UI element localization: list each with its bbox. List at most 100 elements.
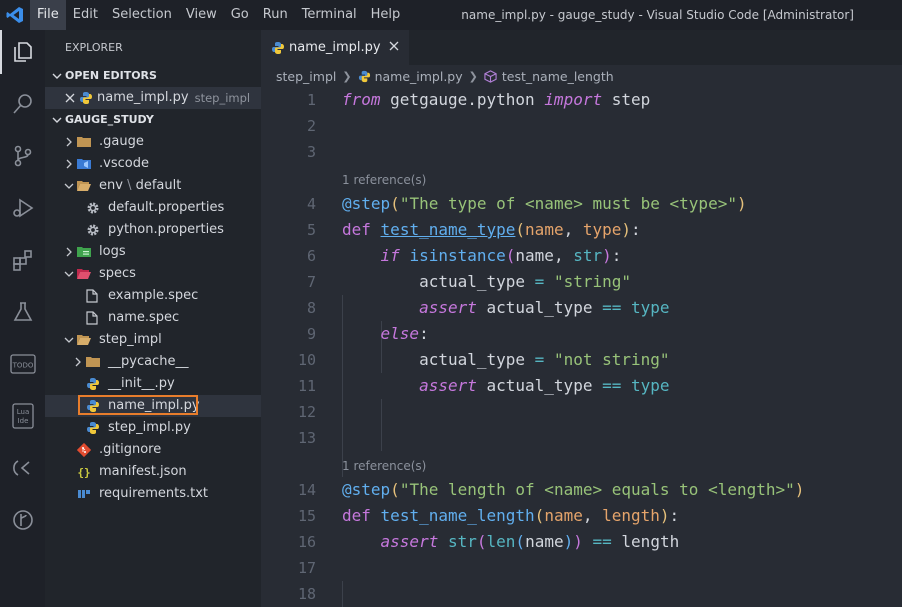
tree-file[interactable]: .gitignore [45,439,261,461]
code-lens-references[interactable]: 1 reference(s) [261,165,902,191]
tree-folder[interactable]: logs [45,241,261,263]
python-icon [79,91,97,105]
search-icon[interactable] [0,82,45,126]
gear-icon [86,201,108,215]
tree-file[interactable]: python.properties [45,219,261,241]
menu-go[interactable]: Go [224,0,256,30]
code-line: 4 @step("The type of <name> must be <type… [306,194,747,213]
chevron-down-icon [49,115,65,125]
tree-folder[interactable]: __pycache__ [45,351,261,373]
code-editor[interactable]: 1 from getgauge.python import step 2 3 1 … [261,87,902,607]
menu-file[interactable]: File [30,0,66,30]
chevron-down-icon[interactable] [61,181,77,191]
menu-bar: File Edit Selection View Go Run Terminal… [30,0,407,30]
chevron-right-icon[interactable] [61,137,77,147]
svg-text:{}: {} [77,466,90,479]
tree-file[interactable]: step_impl.py [45,417,261,439]
tree-folder[interactable]: .gauge [45,131,261,153]
tree-item-label: step_impl.py [108,420,191,435]
lua-ide-icon[interactable]: Lua Ide [0,394,45,438]
python-icon [271,41,289,55]
tree-folder[interactable]: step_impl [45,329,261,351]
code-line: 7 actual_type = "string" [306,272,631,291]
tree-folder[interactable]: env \ default [45,175,261,197]
python-icon [86,377,108,391]
folder-open-icon [77,334,99,346]
close-icon[interactable] [65,93,79,103]
extensions-icon[interactable] [0,238,45,282]
explorer-icon[interactable] [0,30,45,74]
chevron-right-icon[interactable] [61,159,77,169]
tree-item-label: logs [99,244,126,259]
tree-item-sublabel: default [135,178,182,193]
file-tree: .gauge .vscode env \ default default.proper… [45,131,261,505]
code-line: 1 from getgauge.python import step [306,90,651,109]
tree-file[interactable]: __init__.py [45,373,261,395]
code-line: 17 [297,559,316,577]
breadcrumb-symbol[interactable]: test_name_length [502,69,614,84]
folder-open-icon [77,180,99,192]
tree-file[interactable]: example.spec [45,285,261,307]
tree-file[interactable]: name.spec [45,307,261,329]
open-editors-header: OPEN EDITORS [65,69,157,82]
tree-folder[interactable]: specs [45,263,261,285]
specs-folder-icon [77,268,99,280]
close-icon[interactable] [389,40,399,55]
code-line: 15 def test_name_length(name, length): [297,506,680,525]
tree-item-label: python.properties [108,222,224,237]
code-line: 6 if isinstance(name, str): [306,246,622,265]
todo-icon[interactable]: TODO [0,342,45,386]
code-line: 12 [297,403,316,421]
tree-item-label: __pycache__ [108,354,189,369]
tree-file[interactable]: default.properties [45,197,261,219]
tree-file[interactable]: {} manifest.json [45,461,261,483]
project-section[interactable]: GAUGE_STUDY [45,109,261,131]
breadcrumb-folder[interactable]: step_impl [276,69,336,84]
menu-edit[interactable]: Edit [66,0,105,30]
tree-item-label: .vscode [99,156,149,171]
tree-item-label: env [99,178,123,193]
chevron-down-icon [49,71,65,81]
logs-folder-icon [77,246,99,258]
selection-highlight [78,395,198,415]
tree-item-label: requirements.txt [99,486,209,501]
path-separator: \ [122,178,136,193]
chevron-down-icon[interactable] [61,269,77,279]
svg-text:TODO: TODO [11,362,33,370]
git-graph-icon[interactable] [0,498,45,542]
project-header: GAUGE_STUDY [65,113,154,126]
chevron-right-icon[interactable] [61,247,77,257]
breadcrumb-file[interactable]: name_impl.py [375,69,463,84]
testing-flask-icon[interactable] [0,290,45,334]
open-editor-folder: step_impl [194,91,251,105]
code-line: 3 [306,143,316,161]
tree-file[interactable]: name_impl.py [45,395,261,417]
code-line: 9 else: [306,324,429,343]
chevron-down-icon[interactable] [61,335,77,345]
code-line: 16 assert str(len(name)) == length [297,532,680,551]
json-icon: {} [77,465,99,479]
code-lens-references[interactable]: 1 reference(s) [261,451,902,477]
open-editors-section[interactable]: OPEN EDITORS [45,65,261,87]
menu-terminal[interactable]: Terminal [295,0,364,30]
svg-text:Lua: Lua [16,408,29,416]
chevron-right-icon[interactable] [70,357,86,367]
open-editor-item[interactable]: name_impl.py step_impl [45,87,261,109]
menu-help[interactable]: Help [364,0,408,30]
breadcrumb: step_impl ❯ name_impl.py ❯ test_name_len… [261,65,902,87]
tree-item-label: __init__.py [108,376,175,391]
tab-name-impl[interactable]: name_impl.py [261,30,409,65]
file-icon [86,311,108,325]
chevron-right-icon: ❯ [342,69,352,83]
remote-explorer-icon[interactable] [0,446,45,490]
open-editor-filename: name_impl.py [97,90,189,105]
menu-view[interactable]: View [179,0,224,30]
source-control-icon[interactable] [0,134,45,178]
tree-folder[interactable]: .vscode [45,153,261,175]
tree-file[interactable]: requirements.txt [45,483,261,505]
menu-selection[interactable]: Selection [105,0,179,30]
menu-run[interactable]: Run [256,0,295,30]
run-debug-icon[interactable] [0,186,45,230]
code-line: 11 assert actual_type == type [297,376,670,395]
pip-icon [77,488,99,500]
